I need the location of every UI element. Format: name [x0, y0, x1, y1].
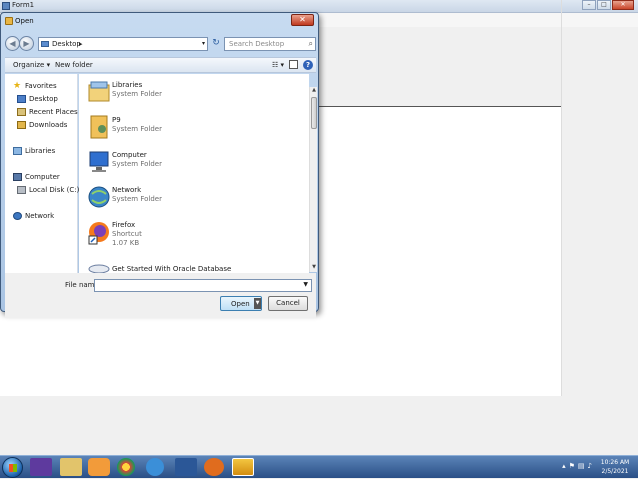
nav-recent-places[interactable]: Recent Places: [17, 108, 78, 116]
clock-time[interactable]: 10:26 AM: [598, 459, 632, 466]
libraries-icon: [88, 81, 110, 102]
user-folder-icon: [90, 115, 108, 139]
cancel-button[interactable]: Cancel: [268, 296, 308, 311]
search-placeholder: Search Desktop: [229, 40, 285, 48]
breadcrumb-arrow-icon[interactable]: ▸: [79, 40, 83, 48]
scroll-down-icon[interactable]: ▼: [310, 264, 318, 272]
help-icon[interactable]: ?: [303, 60, 313, 70]
nav-downloads[interactable]: Downloads: [17, 121, 67, 129]
dialog-title: Open: [15, 17, 34, 25]
chrome-icon[interactable]: [117, 458, 135, 476]
star-icon: ★: [13, 81, 22, 91]
navigation-pane: ★ Favorites Desktop Recent Places Downlo…: [5, 74, 79, 273]
nav-libraries[interactable]: Libraries: [13, 147, 55, 155]
address-location[interactable]: Desktop: [52, 40, 81, 48]
form1-app-icon: [2, 2, 10, 10]
folder-icon: [5, 17, 13, 25]
start-button[interactable]: [2, 457, 23, 478]
dialog-close-button[interactable]: ✕: [291, 14, 314, 26]
action-center-icon[interactable]: ⚑: [569, 462, 575, 470]
dialog-footer: File name: ▼ Open ▼ Cancel: [5, 273, 316, 318]
clock-date[interactable]: 2/5/2021: [598, 468, 632, 475]
file-list[interactable]: Libraries System Folder P9 System Folder…: [79, 74, 309, 273]
navigation-bar: ◀ ▶ Desktop ▸ ▾ ↻ Search Desktop ⌕: [5, 35, 316, 53]
internet-explorer-icon[interactable]: [146, 458, 164, 476]
nav-local-disk[interactable]: Local Disk (C:): [17, 186, 79, 194]
form1-divider: [561, 0, 562, 396]
open-dialog: Open ✕ ◀ ▶ Desktop ▸ ▾ ↻ Search Desktop …: [0, 12, 319, 318]
desktop-folder-icon: [41, 41, 49, 47]
form1-panel: [318, 27, 561, 107]
search-icon[interactable]: ⌕: [309, 39, 313, 49]
visual-studio-icon[interactable]: [30, 458, 52, 476]
search-input[interactable]: Search Desktop ⌕: [224, 37, 316, 51]
network-status-icon[interactable]: ▤: [578, 462, 585, 470]
network-icon: [13, 212, 22, 220]
oracle-icon: [88, 264, 110, 273]
open-button-label: Open: [231, 300, 250, 308]
form1-taskbar-icon[interactable]: [232, 458, 254, 476]
firefox-icon: [88, 222, 109, 245]
command-toolbar: Organize ▾ New folder ☷ ▾ ?: [5, 57, 316, 73]
nav-computer[interactable]: Computer: [13, 173, 60, 181]
disk-drive-icon: [17, 186, 26, 194]
computer-icon: [89, 151, 109, 172]
desktop-icon: [17, 95, 26, 103]
file-name-dropdown-icon[interactable]: ▼: [303, 281, 308, 288]
nav-desktop[interactable]: Desktop: [17, 95, 58, 103]
volume-icon[interactable]: ♪: [588, 462, 592, 470]
word-icon[interactable]: [175, 458, 197, 476]
file-name-field[interactable]: ▼: [94, 279, 312, 292]
vertical-scrollbar[interactable]: ▲ ▼: [309, 87, 317, 272]
nav-favorites[interactable]: ★ Favorites: [13, 81, 57, 91]
scroll-up-icon[interactable]: ▲: [310, 87, 318, 95]
back-button[interactable]: ◀: [5, 36, 20, 51]
network-icon: [88, 186, 110, 208]
taskbar: ▴ ⚑ ▤ ♪ 10:26 AM 2/5/2021: [0, 455, 638, 478]
media-player-icon[interactable]: [88, 458, 110, 476]
nav-network[interactable]: Network: [13, 212, 54, 220]
show-hidden-icons-icon[interactable]: ▴: [562, 462, 566, 470]
open-split-arrow-icon[interactable]: ▼: [254, 298, 261, 309]
file-explorer-icon[interactable]: [60, 458, 82, 476]
form1-close-button[interactable]: ✕: [612, 0, 634, 10]
firefox-taskbar-icon[interactable]: [204, 458, 224, 476]
scroll-thumb[interactable]: [311, 97, 317, 129]
new-folder-button[interactable]: New folder: [55, 61, 93, 69]
recent-places-icon: [17, 108, 26, 116]
windows-logo-icon: [9, 464, 17, 472]
address-bar[interactable]: Desktop ▸ ▾: [38, 37, 208, 51]
minimize-button[interactable]: –: [582, 0, 596, 10]
form1-title: Form1: [12, 1, 35, 9]
libraries-icon: [13, 147, 22, 155]
downloads-icon: [17, 121, 26, 129]
forward-button[interactable]: ▶: [19, 36, 34, 51]
maximize-button[interactable]: □: [597, 0, 611, 10]
address-dropdown-icon[interactable]: ▾: [202, 40, 205, 47]
refresh-button[interactable]: ↻: [210, 37, 222, 51]
preview-pane-icon[interactable]: [289, 60, 298, 69]
change-view-button[interactable]: ☷ ▾: [272, 61, 284, 69]
open-button[interactable]: Open ▼: [220, 296, 262, 311]
organize-button[interactable]: Organize ▾: [13, 61, 50, 69]
computer-icon: [13, 173, 22, 181]
